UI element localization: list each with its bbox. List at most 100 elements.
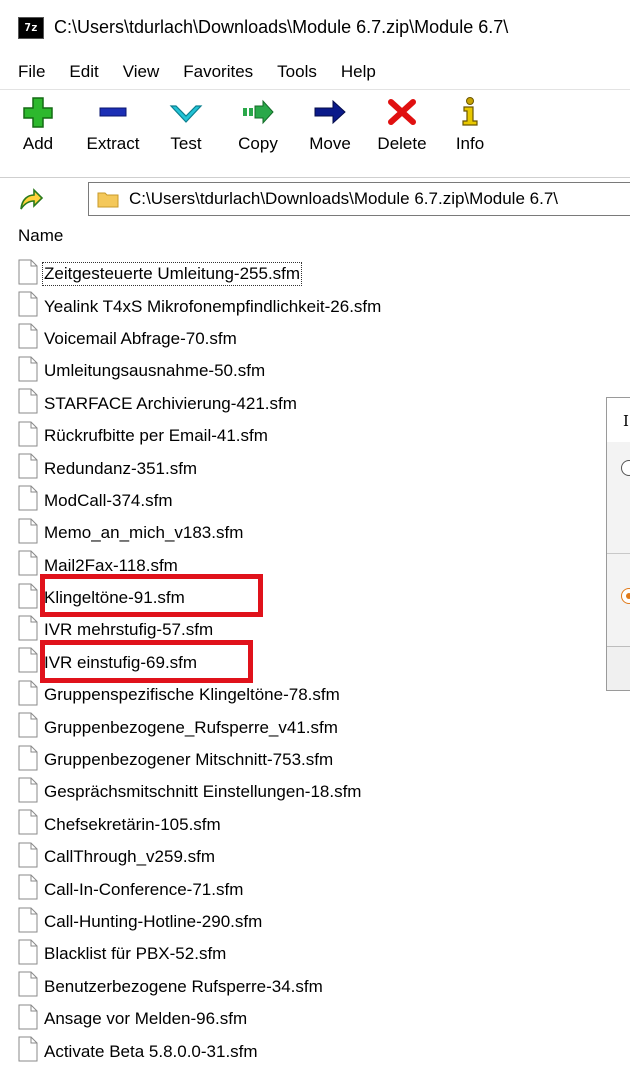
file-name: Umleitungsausnahme-50.sfm — [44, 361, 266, 381]
file-icon — [18, 291, 38, 322]
dialog-radio-option-1[interactable] — [621, 460, 630, 476]
move-button[interactable]: Move — [304, 96, 356, 154]
file-row[interactable]: Ansage vor Melden-96.sfm — [18, 1003, 608, 1035]
file-icon — [18, 259, 38, 290]
file-icon — [18, 1004, 38, 1035]
file-row[interactable]: STARFACE Archivierung-421.sfm — [18, 388, 608, 420]
file-icon — [18, 712, 38, 743]
file-name: Rückrufbitte per Email-41.sfm — [44, 426, 268, 446]
file-icon — [18, 583, 38, 614]
file-name: Blacklist für PBX-52.sfm — [44, 944, 227, 964]
file-row[interactable]: Call-Hunting-Hotline-290.sfm — [18, 906, 608, 938]
copy-arrow-icon — [243, 99, 274, 125]
column-header-name[interactable]: Name — [18, 226, 63, 246]
file-row[interactable]: ModCall-374.sfm — [18, 485, 608, 517]
path-text: C:\Users\tdurlach\Downloads\Module 6.7.z… — [129, 189, 558, 208]
file-icon — [18, 745, 38, 776]
menu-help[interactable]: Help — [341, 62, 376, 82]
file-row[interactable]: Benutzerbezogene Rufsperre-34.sfm — [18, 971, 608, 1003]
up-folder-arrow-icon[interactable] — [16, 185, 44, 213]
file-row[interactable]: Rückrufbitte per Email-41.sfm — [18, 420, 608, 452]
dialog-title: I — [607, 398, 630, 442]
file-row[interactable]: Zeitgesteuerte Umleitung-255.sfm — [18, 258, 608, 290]
highlight-box-ivr-einstufig — [40, 640, 253, 683]
file-row[interactable]: Gruppenbezogene_Rufsperre_v41.sfm — [18, 711, 608, 743]
test-button[interactable]: Test — [163, 96, 209, 154]
menu-tools[interactable]: Tools — [277, 62, 317, 82]
file-row[interactable]: Umleitungsausnahme-50.sfm — [18, 355, 608, 387]
path-input[interactable]: C:\Users\tdurlach\Downloads\Module 6.7.z… — [88, 182, 630, 216]
file-name: Gruppenspezifische Klingeltöne-78.sfm — [44, 685, 340, 705]
title-bar: 7z C:\Users\tdurlach\Downloads\Module 6.… — [0, 0, 630, 55]
copy-label: Copy — [238, 134, 278, 153]
file-row[interactable]: Gruppenbezogener Mitschnitt-753.sfm — [18, 744, 608, 776]
file-row[interactable]: Yealink T4xS Mikrofonempfindlichkeit-26.… — [18, 290, 608, 322]
file-icon — [18, 550, 38, 581]
file-icon — [18, 907, 38, 938]
file-name: Gruppenbezogener Mitschnitt-753.sfm — [44, 750, 334, 770]
folder-icon — [97, 192, 119, 208]
test-check-icon — [169, 105, 203, 123]
file-icon — [18, 388, 38, 419]
toolbar: Add Extract Test Copy Move Delete Info — [0, 89, 630, 178]
info-i-icon — [462, 97, 478, 126]
file-name: Memo_an_mich_v183.sfm — [44, 523, 244, 543]
menu-file[interactable]: File — [18, 62, 45, 82]
menu-view[interactable]: View — [123, 62, 160, 82]
dialog-separator — [607, 553, 630, 554]
file-icon — [18, 421, 38, 452]
window-title: C:\Users\tdurlach\Downloads\Module 6.7.z… — [54, 17, 509, 37]
file-name: Gesprächsmitschnitt Einstellungen-18.sfm — [44, 782, 362, 802]
file-name: Ansage vor Melden-96.sfm — [44, 1009, 248, 1029]
menu-bar: File Edit View Favorites Tools Help — [0, 55, 630, 89]
file-row[interactable]: Voicemail Abfrage-70.sfm — [18, 323, 608, 355]
file-icon — [18, 356, 38, 387]
file-row[interactable]: Activate Beta 5.8.0.0-31.sfm — [18, 1035, 608, 1067]
file-name: Yealink T4xS Mikrofonempfindlichkeit-26.… — [44, 296, 382, 316]
test-label: Test — [170, 134, 202, 153]
file-row[interactable]: Call-In-Conference-71.sfm — [18, 873, 608, 905]
info-button[interactable]: Info — [452, 96, 488, 154]
file-name: Call-In-Conference-71.sfm — [44, 879, 244, 899]
file-icon — [18, 842, 38, 873]
file-icon — [18, 518, 38, 549]
file-icon — [18, 777, 38, 808]
file-name: Mail2Fax-118.sfm — [44, 555, 178, 575]
add-label: Add — [22, 134, 54, 153]
move-arrow-icon — [314, 99, 346, 125]
dialog-radio-option-2[interactable] — [621, 588, 630, 604]
highlight-box-klingeltone — [40, 574, 263, 617]
file-icon — [18, 680, 38, 711]
extract-label: Extract — [86, 134, 140, 153]
file-icon — [18, 615, 38, 646]
menu-edit[interactable]: Edit — [69, 62, 98, 82]
delete-label: Delete — [377, 134, 427, 153]
file-row[interactable]: Blacklist für PBX-52.sfm — [18, 938, 608, 970]
dialog-title-text: I — [623, 412, 629, 430]
file-icon — [18, 874, 38, 905]
file-row[interactable]: Chefsekretärin-105.sfm — [18, 809, 608, 841]
address-bar: C:\Users\tdurlach\Downloads\Module 6.7.z… — [0, 178, 630, 220]
file-name: Call-Hunting-Hotline-290.sfm — [44, 912, 263, 931]
copy-button[interactable]: Copy — [233, 96, 283, 154]
extract-button[interactable]: Extract — [80, 96, 146, 154]
file-name: Chefsekretärin-105.sfm — [44, 814, 221, 834]
file-icon — [18, 1036, 38, 1067]
7zip-app-icon: 7z — [18, 16, 44, 39]
menu-favorites[interactable]: Favorites — [183, 62, 253, 82]
file-row[interactable]: Memo_an_mich_v183.sfm — [18, 517, 608, 549]
delete-button[interactable]: Delete — [373, 96, 431, 154]
file-icon — [18, 939, 38, 970]
file-name: Voicemail Abfrage-70.sfm — [44, 328, 237, 348]
file-row[interactable]: CallThrough_v259.sfm — [18, 841, 608, 873]
file-row[interactable]: Gesprächsmitschnitt Einstellungen-18.sfm — [18, 776, 608, 808]
file-row[interactable]: Redundanz-351.sfm — [18, 452, 608, 484]
file-icon — [18, 809, 38, 840]
add-button[interactable]: Add — [18, 96, 58, 154]
background-dialog: I — [606, 397, 630, 691]
add-plus-icon — [23, 97, 53, 128]
dialog-footer — [607, 646, 630, 690]
file-row[interactable]: Gruppenspezifische Klingeltöne-78.sfm — [18, 679, 608, 711]
delete-x-icon — [388, 99, 416, 125]
file-name: Gruppenbezogene_Rufsperre_v41.sfm — [44, 717, 338, 737]
